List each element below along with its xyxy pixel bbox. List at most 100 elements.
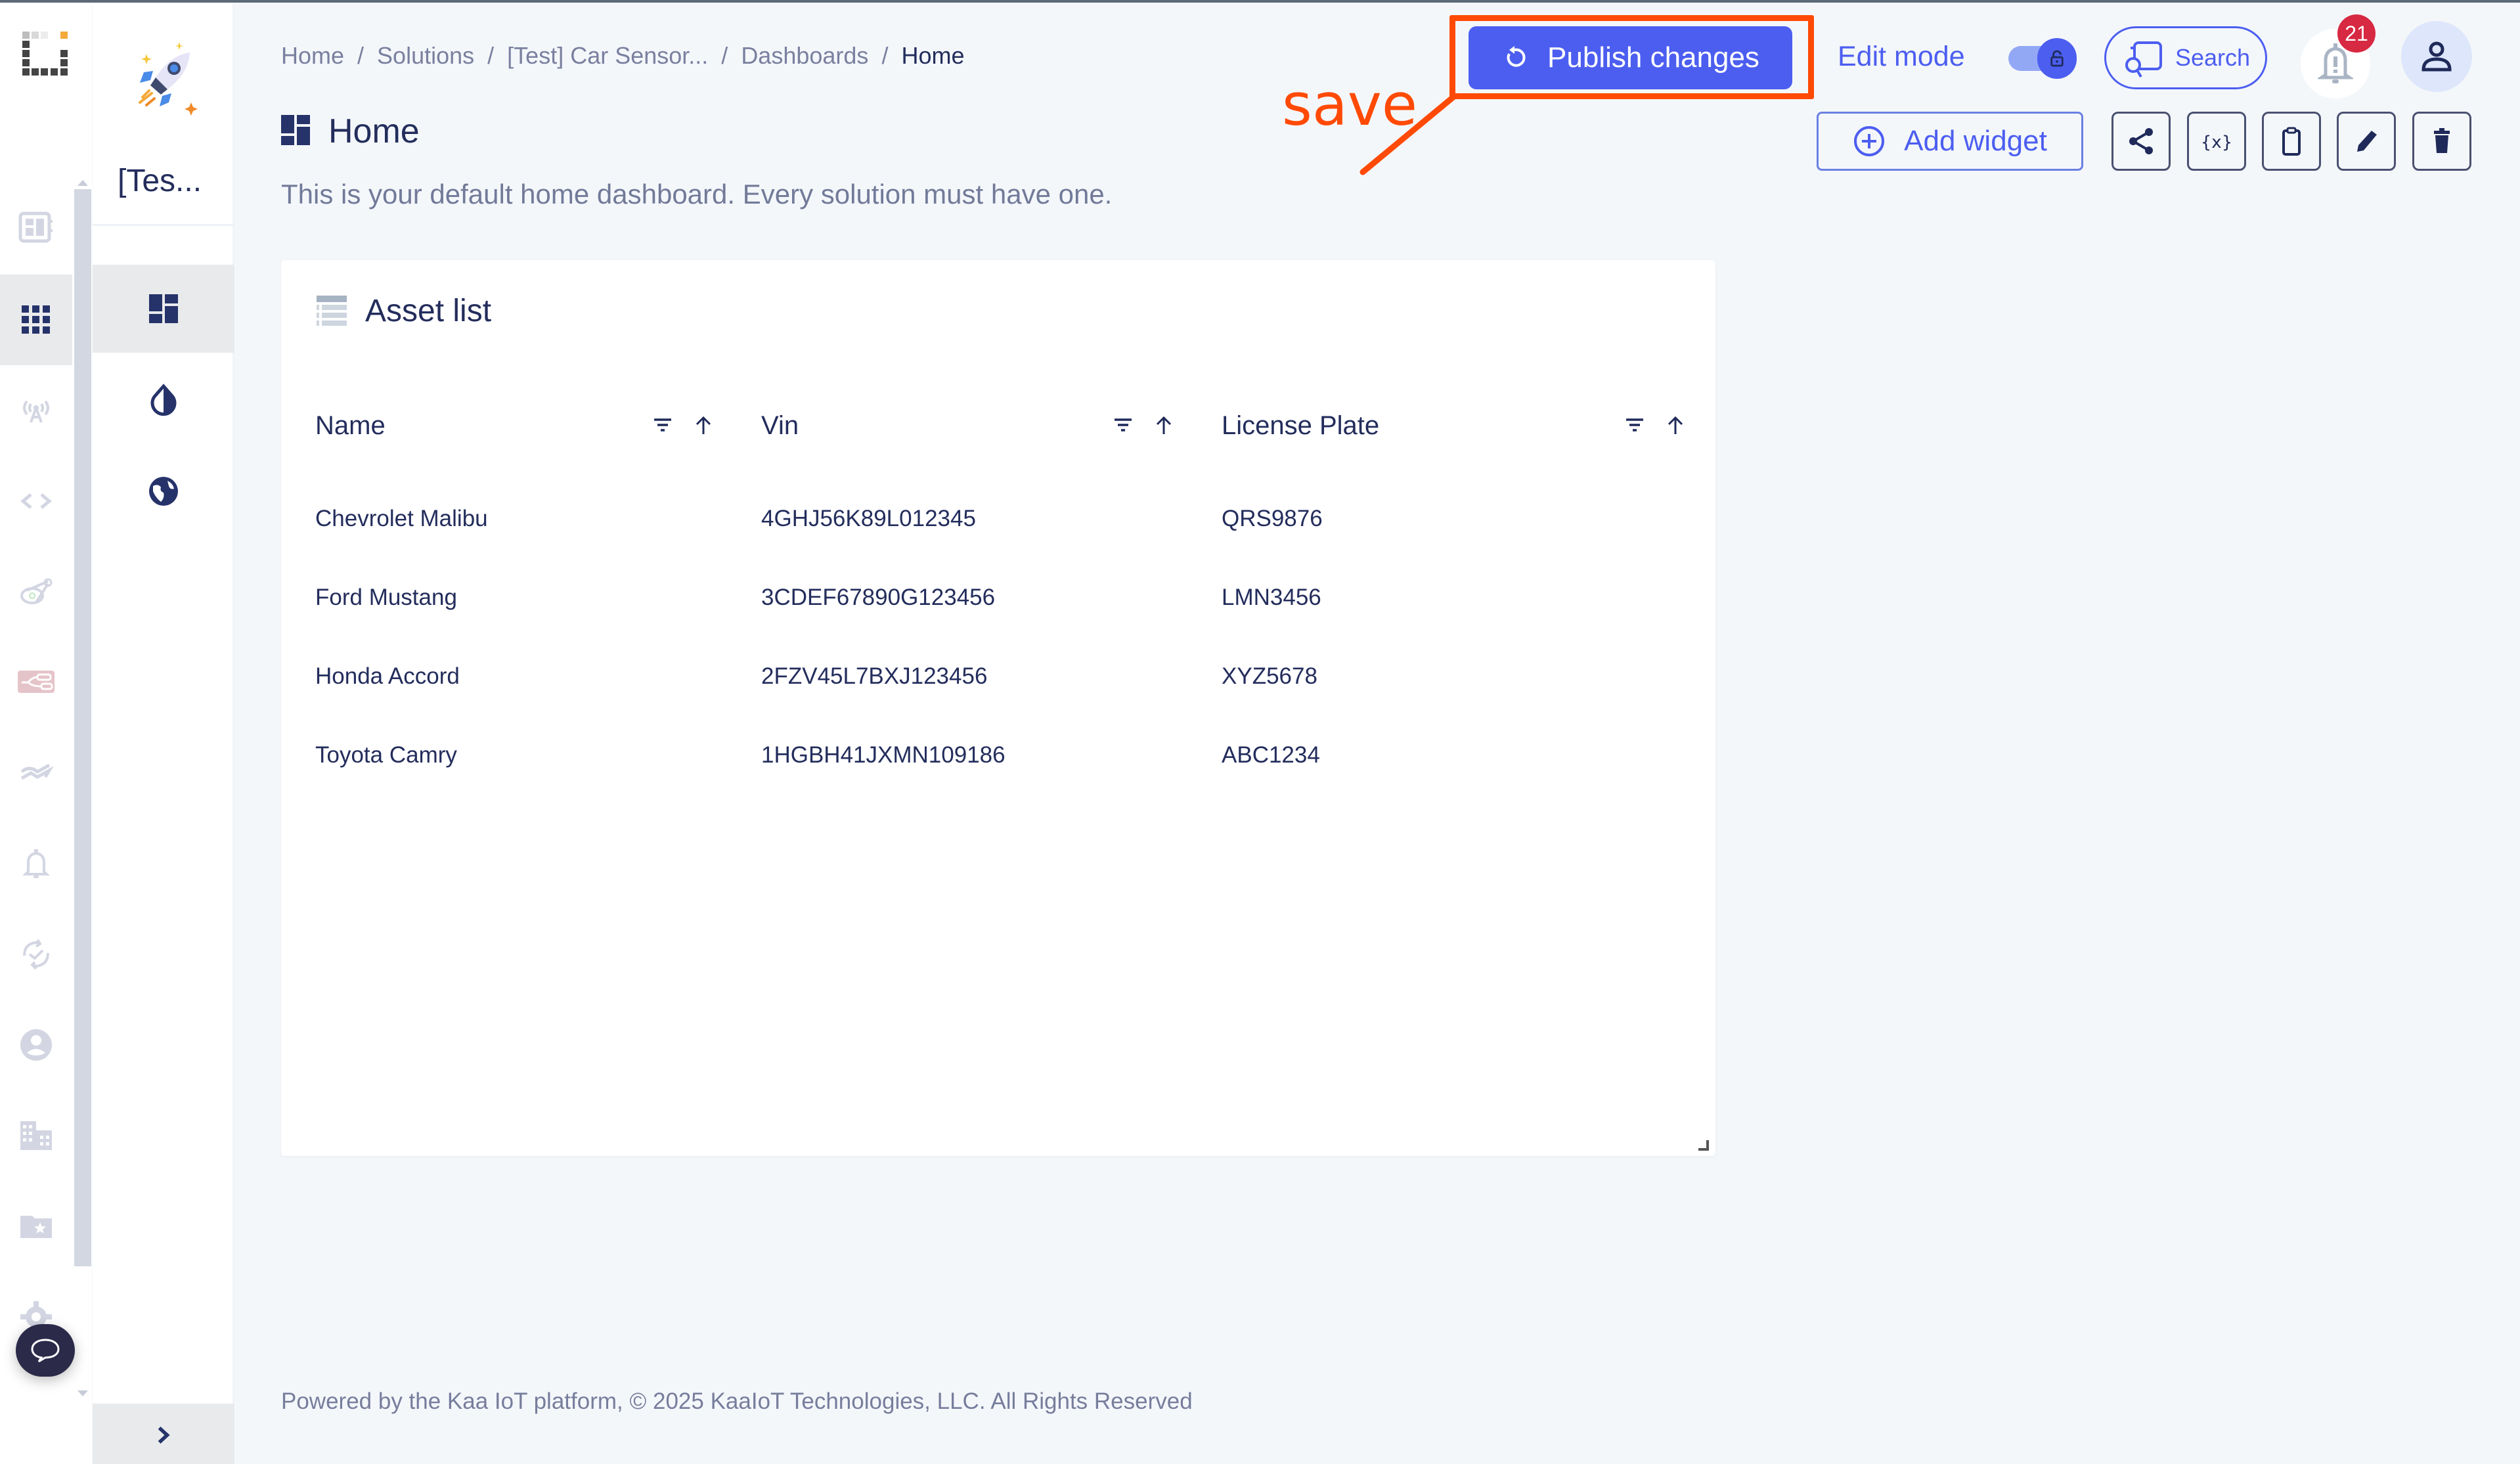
page-title-text: Home bbox=[328, 112, 420, 150]
rail-item-integrations[interactable] bbox=[0, 546, 72, 637]
rail-item-devices[interactable] bbox=[0, 365, 72, 456]
breadcrumb-separator: / bbox=[487, 42, 495, 69]
variables-button[interactable]: {x} bbox=[2187, 112, 2246, 171]
breadcrumb-solutions[interactable]: Solutions bbox=[377, 42, 474, 70]
chevron-right-icon bbox=[158, 1426, 170, 1444]
cell-vin: 2FZV45L7BXJ123456 bbox=[761, 663, 988, 689]
globe-icon bbox=[149, 477, 178, 506]
sort-ascending-icon[interactable] bbox=[1153, 414, 1175, 437]
add-widget-button[interactable]: Add widget bbox=[1817, 112, 2083, 171]
rail-item-sync[interactable] bbox=[0, 909, 72, 1000]
solution-title: [Tes... bbox=[118, 164, 202, 198]
main-nav-rail bbox=[0, 3, 92, 1464]
add-widget-label: Add widget bbox=[1904, 125, 2047, 157]
rail-item-dashboards[interactable] bbox=[0, 183, 72, 273]
rail-item-flows[interactable] bbox=[0, 637, 72, 728]
chat-bubble-icon bbox=[31, 1339, 60, 1363]
publish-changes-button[interactable]: Publish changes bbox=[1469, 26, 1792, 89]
search-button[interactable]: Search bbox=[2104, 26, 2267, 89]
filter-icon[interactable] bbox=[1624, 414, 1646, 437]
rail-item-analytics[interactable] bbox=[0, 728, 72, 818]
column-controls bbox=[1624, 414, 1687, 437]
bell-icon bbox=[22, 849, 50, 878]
dashboard-icon bbox=[281, 115, 310, 145]
building-icon bbox=[20, 1121, 52, 1150]
scroll-down-arrow[interactable] bbox=[77, 1390, 88, 1396]
rocket-icon bbox=[139, 42, 198, 116]
node-flow-icon bbox=[18, 671, 55, 693]
cell-license-plate: XYZ5678 bbox=[1222, 663, 1317, 689]
svg-text:{x}: {x} bbox=[2201, 133, 2232, 152]
breadcrumb-solution[interactable]: [Test] Car Sensor... bbox=[507, 42, 708, 70]
trend-icon bbox=[20, 763, 54, 780]
sidebar-item-dashboards[interactable] bbox=[93, 265, 234, 353]
variables-icon: {x} bbox=[2201, 133, 2232, 152]
toggle-knob bbox=[2037, 38, 2077, 79]
share-button[interactable] bbox=[2111, 112, 2171, 171]
column-label: Vin bbox=[761, 410, 799, 440]
solution-sidebar: [Tes... bbox=[93, 3, 234, 1464]
contrast-drop-icon bbox=[150, 384, 177, 416]
rail-item-tenants[interactable] bbox=[0, 1090, 72, 1181]
search-window-icon bbox=[2125, 41, 2162, 78]
sync-check-icon bbox=[23, 939, 49, 970]
kaa-logo-icon[interactable] bbox=[22, 32, 68, 78]
rail-item-alerts[interactable] bbox=[0, 818, 72, 909]
column-header-license-plate[interactable]: License Plate bbox=[1222, 406, 1687, 445]
column-header-vin[interactable]: Vin bbox=[761, 406, 1175, 445]
delete-dashboard-button[interactable] bbox=[2412, 112, 2471, 171]
scroll-up-arrow[interactable] bbox=[77, 180, 88, 186]
cell-vin: 3CDEF67890G123456 bbox=[761, 585, 996, 610]
sort-ascending-icon[interactable] bbox=[1664, 414, 1687, 437]
annotation-pointer-line bbox=[1359, 93, 1458, 175]
expand-sidebar-button[interactable] bbox=[93, 1404, 234, 1464]
dashboard-icon bbox=[149, 294, 178, 323]
clipboard-button[interactable] bbox=[2262, 112, 2321, 171]
folder-star-icon bbox=[20, 1216, 52, 1238]
sidebar-item-public[interactable] bbox=[93, 447, 234, 535]
cell-name: Honda Accord bbox=[315, 663, 460, 689]
filter-icon[interactable] bbox=[652, 414, 674, 437]
rail-item-solutions[interactable] bbox=[0, 275, 72, 365]
breadcrumb-current: Home bbox=[901, 42, 965, 69]
edit-mode-label: Edit mode bbox=[1838, 41, 1965, 72]
column-label: Name bbox=[315, 410, 386, 440]
account-circle-icon bbox=[20, 1029, 52, 1061]
widget-title: Asset list bbox=[365, 294, 492, 328]
sidebar-divider bbox=[93, 224, 234, 226]
cell-license-plate: QRS9876 bbox=[1222, 506, 1323, 531]
chat-button[interactable] bbox=[16, 1324, 75, 1377]
code-brackets-icon bbox=[20, 493, 52, 509]
apps-grid-icon bbox=[22, 305, 50, 334]
user-avatar[interactable] bbox=[2401, 21, 2472, 92]
window-top-border bbox=[0, 0, 2520, 3]
rail-scrollbar[interactable] bbox=[74, 189, 91, 1266]
publish-changes-label: Publish changes bbox=[1547, 41, 1759, 74]
cell-license-plate: LMN3456 bbox=[1222, 585, 1321, 610]
page-footer: Powered by the Kaa IoT platform, © 2025 … bbox=[281, 1388, 1193, 1414]
rail-item-users[interactable] bbox=[0, 1000, 72, 1090]
column-controls bbox=[1112, 414, 1175, 437]
column-header-name[interactable]: Name bbox=[315, 406, 715, 445]
cell-license-plate: ABC1234 bbox=[1222, 742, 1320, 768]
share-icon bbox=[2129, 128, 2153, 154]
rail-item-code[interactable] bbox=[0, 456, 72, 546]
resize-handle-icon[interactable] bbox=[1697, 1139, 1709, 1151]
breadcrumb-home[interactable]: Home bbox=[281, 42, 344, 70]
user-icon bbox=[2421, 41, 2452, 72]
cell-name: Toyota Camry bbox=[315, 742, 457, 768]
cell-vin: 4GHJ56K89L012345 bbox=[761, 506, 976, 531]
plus-circle-icon bbox=[1854, 126, 1885, 156]
edit-dashboard-button[interactable] bbox=[2337, 112, 2396, 171]
breadcrumb-dashboards[interactable]: Dashboards bbox=[741, 42, 868, 70]
column-label: License Plate bbox=[1222, 410, 1380, 440]
sidebar-item-theme[interactable] bbox=[93, 357, 234, 445]
clipboard-icon bbox=[2282, 127, 2301, 156]
edit-mode-toggle[interactable] bbox=[2008, 38, 2077, 79]
edit-pencil-icon bbox=[2357, 131, 2377, 152]
breadcrumb-separator: / bbox=[881, 42, 889, 69]
filter-icon[interactable] bbox=[1112, 414, 1134, 437]
rail-item-favorites[interactable] bbox=[0, 1181, 72, 1272]
sort-ascending-icon[interactable] bbox=[692, 414, 715, 437]
asset-list-widget: Asset list Name Vin License Plate Chevro… bbox=[281, 260, 1715, 1156]
